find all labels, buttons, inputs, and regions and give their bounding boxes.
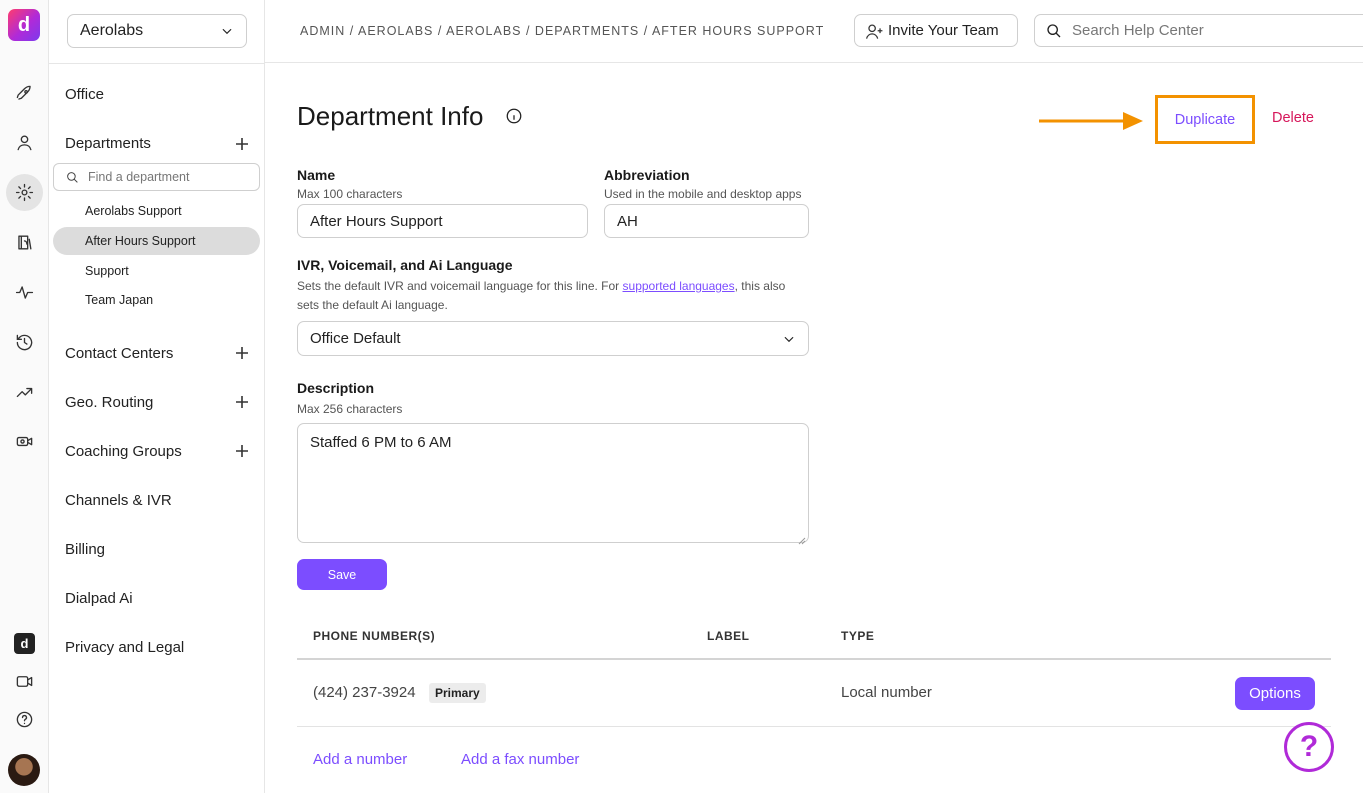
name-value: After Hours Support <box>310 212 443 230</box>
divider <box>49 63 265 64</box>
abbreviation-label: Abbreviation <box>604 167 690 183</box>
delete-button[interactable]: Delete <box>1272 110 1314 126</box>
sidebar-item-office[interactable]: Office <box>65 86 104 103</box>
description-textarea[interactable]: Staffed 6 PM to 6 AM <box>297 423 809 545</box>
divider <box>297 658 1331 660</box>
department-item-active[interactable]: After Hours Support <box>53 227 260 255</box>
video-icon[interactable] <box>6 663 43 700</box>
sidebar-item-departments[interactable]: Departments <box>65 135 151 152</box>
page-title: Department Info <box>297 101 484 131</box>
dialpad-logo-icon[interactable]: d <box>8 9 40 41</box>
resize-handle-icon[interactable] <box>798 532 806 545</box>
org-selector-value: Aerolabs <box>80 22 144 39</box>
help-icon[interactable] <box>6 701 43 738</box>
abbreviation-field[interactable]: AH <box>604 204 809 238</box>
app-rail: d d <box>0 0 49 793</box>
language-hint: Sets the default IVR and voicemail langu… <box>297 277 807 315</box>
annotation-arrow-icon <box>1039 112 1143 130</box>
save-button[interactable]: Save <box>297 559 387 590</box>
meeting-icon[interactable] <box>6 423 43 460</box>
chevron-down-icon <box>220 24 234 38</box>
department-item[interactable]: Team Japan <box>53 286 260 314</box>
abbreviation-hint: Used in the mobile and desktop apps <box>604 187 802 201</box>
sidebar-item-contact-centers[interactable]: Contact Centers <box>65 345 173 362</box>
name-field[interactable]: After Hours Support <box>297 204 588 238</box>
department-item[interactable]: Support <box>53 257 260 285</box>
rocket-icon[interactable] <box>6 75 43 112</box>
add-fax-number-link[interactable]: Add a fax number <box>461 751 579 768</box>
history-icon[interactable] <box>6 324 43 361</box>
column-header-type: TYPE <box>841 629 875 643</box>
options-button[interactable]: Options <box>1235 677 1315 710</box>
trending-icon[interactable] <box>6 374 43 411</box>
language-hint-text: Sets the default IVR and voicemail langu… <box>297 279 623 293</box>
sidebar-item-channels-ivr[interactable]: Channels & IVR <box>65 492 172 509</box>
add-geo-routing-icon[interactable] <box>235 395 249 409</box>
person-icon[interactable] <box>6 124 43 161</box>
breadcrumb: ADMIN / AEROLABS / AEROLABS / DEPARTMENT… <box>300 24 825 38</box>
add-coaching-group-icon[interactable] <box>235 444 249 458</box>
primary-badge: Primary <box>429 683 486 703</box>
invite-team-label: Invite Your Team <box>888 22 999 39</box>
abbreviation-value: AH <box>617 212 638 230</box>
add-number-link[interactable]: Add a number <box>313 751 407 768</box>
name-label: Name <box>297 167 336 183</box>
avatar[interactable] <box>8 754 40 786</box>
help-center-search-input[interactable]: Search Help Center <box>1034 14 1363 47</box>
activity-icon[interactable] <box>6 274 43 311</box>
sidebar-item-dialpad-ai[interactable]: Dialpad Ai <box>65 590 133 607</box>
add-contact-center-icon[interactable] <box>235 346 249 360</box>
language-select-value: Office Default <box>310 330 401 347</box>
org-selector[interactable]: Aerolabs <box>67 14 247 48</box>
department-item[interactable]: Aerolabs Support <box>53 197 260 225</box>
contacts-icon[interactable] <box>6 224 43 261</box>
description-value: Staffed 6 PM to 6 AM <box>310 434 452 451</box>
sidebar-item-coaching-groups[interactable]: Coaching Groups <box>65 443 182 460</box>
supported-languages-link[interactable]: supported languages <box>623 279 735 293</box>
column-header-label: LABEL <box>707 629 750 643</box>
divider <box>297 726 1331 727</box>
name-hint: Max 100 characters <box>297 187 403 201</box>
chevron-down-icon <box>782 332 796 346</box>
help-chat-icon[interactable]: ? <box>1284 722 1334 772</box>
sidebar-item-privacy-legal[interactable]: Privacy and Legal <box>65 639 184 656</box>
description-label: Description <box>297 380 375 396</box>
duplicate-button[interactable]: Duplicate <box>1155 95 1255 144</box>
column-header-phone: PHONE NUMBER(S) <box>313 629 436 643</box>
language-select[interactable]: Office Default <box>297 321 809 356</box>
top-bar: ADMIN / AEROLABS / AEROLABS / DEPARTMENT… <box>265 0 1363 63</box>
phone-number: (424) 237-3924 <box>313 684 416 701</box>
invite-team-button[interactable]: Invite Your Team <box>854 14 1018 47</box>
search-icon <box>1046 23 1062 39</box>
department-search-placeholder: Find a department <box>88 170 190 184</box>
help-center-search-placeholder: Search Help Center <box>1072 22 1204 39</box>
search-icon <box>66 171 79 184</box>
phone-type: Local number <box>841 684 932 701</box>
language-label: IVR, Voicemail, and Ai Language <box>297 257 513 273</box>
sidebar-item-billing[interactable]: Billing <box>65 541 105 558</box>
dialpad-logo-icon[interactable]: d <box>14 633 35 654</box>
add-department-icon[interactable] <box>235 137 249 151</box>
info-icon[interactable] <box>505 107 523 125</box>
gear-icon[interactable] <box>6 174 43 211</box>
department-search-input[interactable]: Find a department <box>53 163 260 191</box>
description-hint: Max 256 characters <box>297 402 403 416</box>
settings-sidebar: Aerolabs Office Departments Find a depar… <box>49 0 265 793</box>
sidebar-item-geo-routing[interactable]: Geo. Routing <box>65 394 153 411</box>
add-user-icon <box>865 22 884 41</box>
